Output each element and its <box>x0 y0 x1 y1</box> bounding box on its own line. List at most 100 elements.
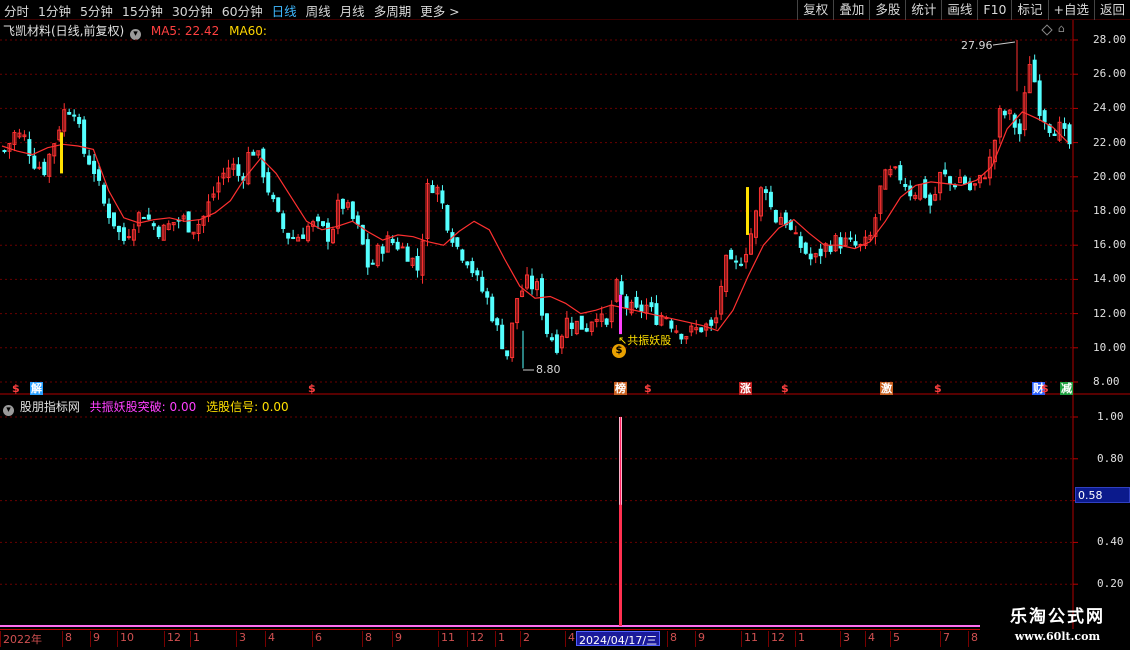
candle-body <box>276 197 281 212</box>
candle-body <box>360 224 365 245</box>
dollar-icon[interactable]: $ <box>308 382 316 395</box>
action-button-4[interactable]: 画线 <box>941 0 977 20</box>
period-tab-7[interactable]: 周线 <box>306 1 331 20</box>
candle-body <box>1062 123 1067 129</box>
period-tab-4[interactable]: 30分钟 <box>172 1 213 20</box>
date-axis: 2024/04/17/三 2022年 8 9 10 12 1 3 4 6 8 9 11 12 1 2 4 8 9 1… <box>0 629 980 647</box>
period-tab-3[interactable]: 15分钟 <box>122 1 163 20</box>
candle-body <box>584 328 589 332</box>
date-tick-label: 2022年 <box>0 631 42 647</box>
candle-body <box>350 201 355 219</box>
candle-body <box>773 209 778 223</box>
candle-body <box>763 189 768 193</box>
candle-body <box>1037 80 1042 116</box>
candle-body <box>828 244 833 252</box>
candle-body <box>1067 124 1072 145</box>
period-tab-1[interactable]: 1分钟 <box>38 1 71 20</box>
candle-body <box>500 324 505 350</box>
event-badge[interactable]: 激 <box>880 382 893 395</box>
diamond-icon[interactable] <box>1041 24 1053 36</box>
candle-body <box>370 262 375 265</box>
date-tick-label: 4 <box>565 631 575 647</box>
candle-body <box>530 275 535 290</box>
candle-body <box>286 232 291 239</box>
action-button-6[interactable]: 标记 <box>1011 0 1047 20</box>
action-button-7[interactable]: +自选 <box>1047 0 1094 20</box>
candle-body <box>953 184 958 188</box>
pin-icon[interactable]: ⌂ <box>1058 23 1066 35</box>
chevron-down-icon[interactable]: ▾ <box>3 405 14 416</box>
candle-body <box>410 257 415 266</box>
candle-body <box>425 183 430 239</box>
candle-body <box>445 205 450 231</box>
low-price-label: 8.80 <box>536 363 561 376</box>
period-tab-2[interactable]: 5分钟 <box>80 1 113 20</box>
candle-body <box>863 236 868 246</box>
candle-body <box>515 298 520 324</box>
date-tick-label: 9 <box>695 631 705 647</box>
action-button-3[interactable]: 统计 <box>905 0 941 20</box>
candle-body <box>121 227 126 241</box>
stock-name[interactable]: 飞凯材料(日线,前复权) <box>3 24 124 38</box>
dollar-icon[interactable]: $ <box>644 382 652 395</box>
candle-body <box>1017 123 1022 135</box>
candle-body <box>744 254 749 263</box>
period-tab-10[interactable]: 更多 > <box>420 1 459 20</box>
candle-body <box>903 184 908 187</box>
candle-body <box>261 148 266 178</box>
dollar-icon[interactable]: $ <box>781 382 789 395</box>
candle-body <box>778 217 783 225</box>
dollar-icon[interactable]: $ <box>12 382 20 395</box>
period-tab-6[interactable]: 日线 <box>272 1 297 20</box>
candle-body <box>47 153 52 177</box>
candle-body <box>783 212 788 226</box>
period-tab-5[interactable]: 60分钟 <box>222 1 263 20</box>
candle-body <box>1052 133 1057 137</box>
dollar-icon[interactable]: $ <box>934 382 942 395</box>
candle-body <box>554 334 559 353</box>
candle-body <box>306 225 311 242</box>
candle-body <box>201 215 206 226</box>
candle-body <box>141 216 146 219</box>
period-tab-8[interactable]: 月线 <box>340 1 365 20</box>
event-badge[interactable]: 减 <box>1060 382 1073 395</box>
candle-body <box>813 253 818 258</box>
candle-body <box>574 320 579 335</box>
indicator-tick-label: 1.00 <box>1097 410 1124 423</box>
candle-body <box>196 223 201 235</box>
chevron-down-icon[interactable]: ▾ <box>130 29 142 40</box>
indicator-name[interactable]: 股朋指标网 <box>20 400 80 414</box>
price-tick-label: 20.00 <box>1093 169 1127 183</box>
date-tick-label: 3 <box>236 631 246 647</box>
candle-body <box>599 313 604 322</box>
candle-body <box>37 166 42 169</box>
dollar-icon[interactable]: $ <box>1041 382 1049 395</box>
action-button-2[interactable]: 多股 <box>869 0 905 20</box>
indicator-tick-label: 0.80 <box>1097 451 1124 465</box>
action-button-8[interactable]: 返回 <box>1093 0 1130 20</box>
money-bag-icon: $ <box>612 344 626 358</box>
candle-body <box>928 194 933 206</box>
event-badge[interactable]: 解 <box>30 382 43 395</box>
event-badge[interactable]: 涨 <box>739 382 752 395</box>
period-tab-9[interactable]: 多周期 <box>374 1 412 20</box>
candle-body <box>156 226 161 238</box>
price-tick-label: 12.00 <box>1093 306 1127 320</box>
date-tick-label: 12 <box>164 631 181 647</box>
top-toolbar: 分时 1分钟 5分钟 15分钟 30分钟 60分钟 日线 周线 月线 多周期 更多 > 复权 叠加 多股… <box>0 0 1130 20</box>
ma60-label: MA60: <box>229 24 267 38</box>
candle-body <box>564 317 569 338</box>
candlestick-chart[interactable] <box>0 0 1130 650</box>
candle-body <box>226 167 231 179</box>
event-badge[interactable]: 榜 <box>614 382 627 395</box>
signal-bar-yellow <box>60 132 63 174</box>
action-button-5[interactable]: F10 <box>977 0 1011 20</box>
ma5-label: MA5: 22.42 <box>150 24 220 38</box>
action-button-0[interactable]: 复权 <box>797 0 833 20</box>
candle-body <box>176 219 181 222</box>
period-tab-0[interactable]: 分时 <box>4 1 29 20</box>
candle-body <box>793 232 798 235</box>
candle-body <box>216 182 221 193</box>
candle-body <box>146 214 151 220</box>
action-button-1[interactable]: 叠加 <box>833 0 869 20</box>
